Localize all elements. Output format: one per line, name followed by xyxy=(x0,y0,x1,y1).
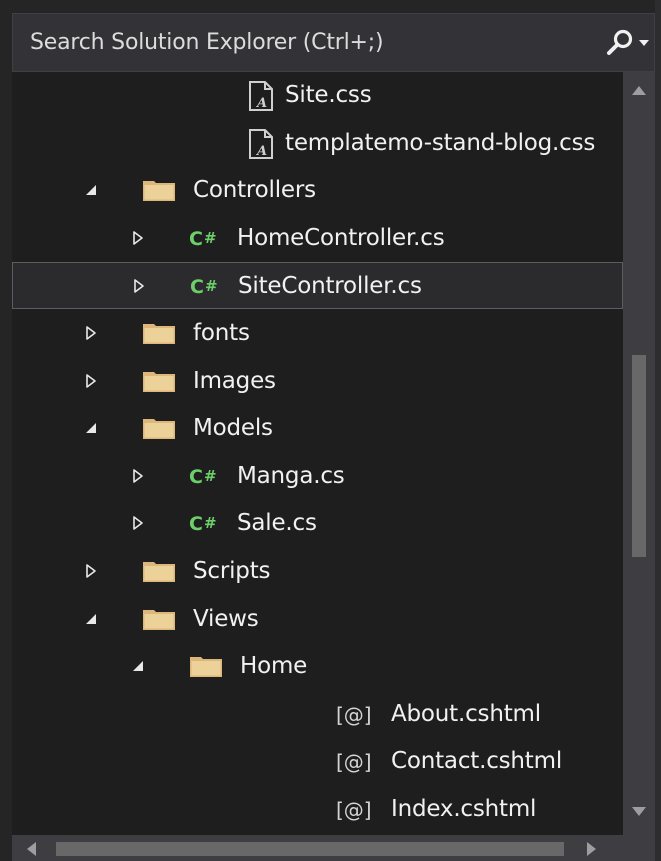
expanded-arrow-icon[interactable] xyxy=(83,182,99,198)
tree-item-label: HomeController.cs xyxy=(237,224,445,251)
collapsed-arrow-icon[interactable] xyxy=(83,563,99,579)
tree-item-index-cshtml[interactable]: [@] Index.cshtml xyxy=(12,786,623,833)
tree-item-label: Images xyxy=(193,367,276,394)
tree-item-home[interactable]: Home xyxy=(12,643,623,690)
razor-file-icon: [@] xyxy=(336,798,372,822)
tree-item-sitecontroller-cs[interactable]: C# SiteController.cs xyxy=(12,262,623,310)
panel-frame-top xyxy=(0,0,661,13)
tree-item-label: Index.cshtml xyxy=(391,796,537,822)
folder-icon xyxy=(143,609,175,630)
panel-frame-right xyxy=(655,0,661,861)
tree-item-views[interactable]: Views xyxy=(12,596,623,643)
scroll-left-arrow-icon[interactable] xyxy=(24,840,38,858)
svg-text:A: A xyxy=(255,144,267,159)
scroll-right-arrow-icon[interactable] xyxy=(585,840,599,858)
tree-item-label: SiteController.cs xyxy=(238,273,422,300)
vertical-scrollbar[interactable] xyxy=(623,72,655,835)
scrollbar-corner xyxy=(623,835,655,861)
chevron-down-icon[interactable] xyxy=(638,39,650,47)
tree-item-label: fonts xyxy=(193,320,250,346)
csharp-file-icon: C# xyxy=(189,227,217,250)
folder-icon xyxy=(143,324,175,344)
tree-item-label: Contact.cshtml xyxy=(391,748,563,775)
tree-item-label: templatemo-stand-blog.css xyxy=(285,129,596,156)
tree-item-label: Controllers xyxy=(193,177,316,204)
folder-icon xyxy=(143,419,175,440)
horizontal-scrollbar[interactable] xyxy=(12,835,623,861)
folder-icon xyxy=(143,562,175,582)
expanded-arrow-icon[interactable] xyxy=(83,611,99,627)
horizontal-scroll-thumb[interactable] xyxy=(56,842,564,856)
search-input[interactable]: Search Solution Explorer (Ctrl+;) xyxy=(12,13,655,72)
panel-frame-left xyxy=(0,0,12,861)
vertical-scroll-thumb[interactable] xyxy=(632,355,646,557)
scroll-down-arrow-icon[interactable] xyxy=(630,805,648,819)
razor-file-icon: [@] xyxy=(336,702,372,727)
tree-item-site-css[interactable]: A Site.css xyxy=(12,72,623,119)
tree-item-label: Home xyxy=(240,653,308,680)
tree-item-scripts[interactable]: Scripts xyxy=(12,548,623,595)
svg-text:A: A xyxy=(255,96,267,111)
tree-item-homecontroller-cs[interactable]: C# HomeController.cs xyxy=(12,215,623,262)
css-file-icon: A xyxy=(249,128,273,159)
tree-item-label: Models xyxy=(193,415,273,442)
folder-icon xyxy=(143,181,175,202)
collapsed-arrow-icon[interactable] xyxy=(131,278,147,294)
search-placeholder: Search Solution Explorer (Ctrl+;) xyxy=(30,30,384,55)
tree-item-contact-cshtml[interactable]: [@] Contact.cshtml xyxy=(12,738,623,785)
tree-item-sale-cs[interactable]: C# Sale.cs xyxy=(12,500,623,547)
css-file-icon: A xyxy=(249,81,273,111)
tree-item-controllers[interactable]: Controllers xyxy=(12,167,623,214)
tree-item-about-cshtml[interactable]: [@] About.cshtml xyxy=(12,691,623,738)
collapsed-arrow-icon[interactable] xyxy=(83,325,99,341)
tree-item-models[interactable]: Models xyxy=(12,405,623,452)
tree-item-label: Sale.cs xyxy=(237,510,317,537)
tree-item-images[interactable]: Images xyxy=(12,358,623,405)
collapsed-arrow-icon[interactable] xyxy=(130,515,146,531)
tree-item-label: Manga.cs xyxy=(237,462,345,489)
collapsed-arrow-icon[interactable] xyxy=(83,373,99,389)
csharp-file-icon: C# xyxy=(189,465,217,488)
scroll-up-arrow-icon[interactable] xyxy=(630,83,648,97)
tree-item-label: Site.css xyxy=(285,82,372,108)
expanded-arrow-icon[interactable] xyxy=(130,658,146,674)
razor-file-icon: [@] xyxy=(336,750,372,775)
solution-explorer-panel: Search Solution Explorer (Ctrl+;) A Site.… xyxy=(0,0,661,861)
folder-icon xyxy=(143,371,175,392)
tree-item-fonts[interactable]: fonts xyxy=(12,310,623,357)
collapsed-arrow-icon[interactable] xyxy=(130,230,146,246)
tree-item-label: About.cshtml xyxy=(391,700,541,727)
tree-item-label: Scripts xyxy=(193,558,271,584)
solution-tree: A Site.css Atemplatemo-stand-blog.css Contr… xyxy=(12,72,623,835)
tree-item-manga-cs[interactable]: C# Manga.cs xyxy=(12,453,623,500)
folder-icon xyxy=(190,657,222,678)
search-icon[interactable] xyxy=(605,28,635,58)
tree-item-templatemo-stand-blog-css[interactable]: Atemplatemo-stand-blog.css xyxy=(12,120,623,167)
tree-item-label: Views xyxy=(193,605,259,632)
csharp-file-icon: C# xyxy=(189,513,217,536)
expanded-arrow-icon[interactable] xyxy=(83,420,99,436)
collapsed-arrow-icon[interactable] xyxy=(130,468,146,484)
csharp-file-icon: C# xyxy=(190,276,218,299)
